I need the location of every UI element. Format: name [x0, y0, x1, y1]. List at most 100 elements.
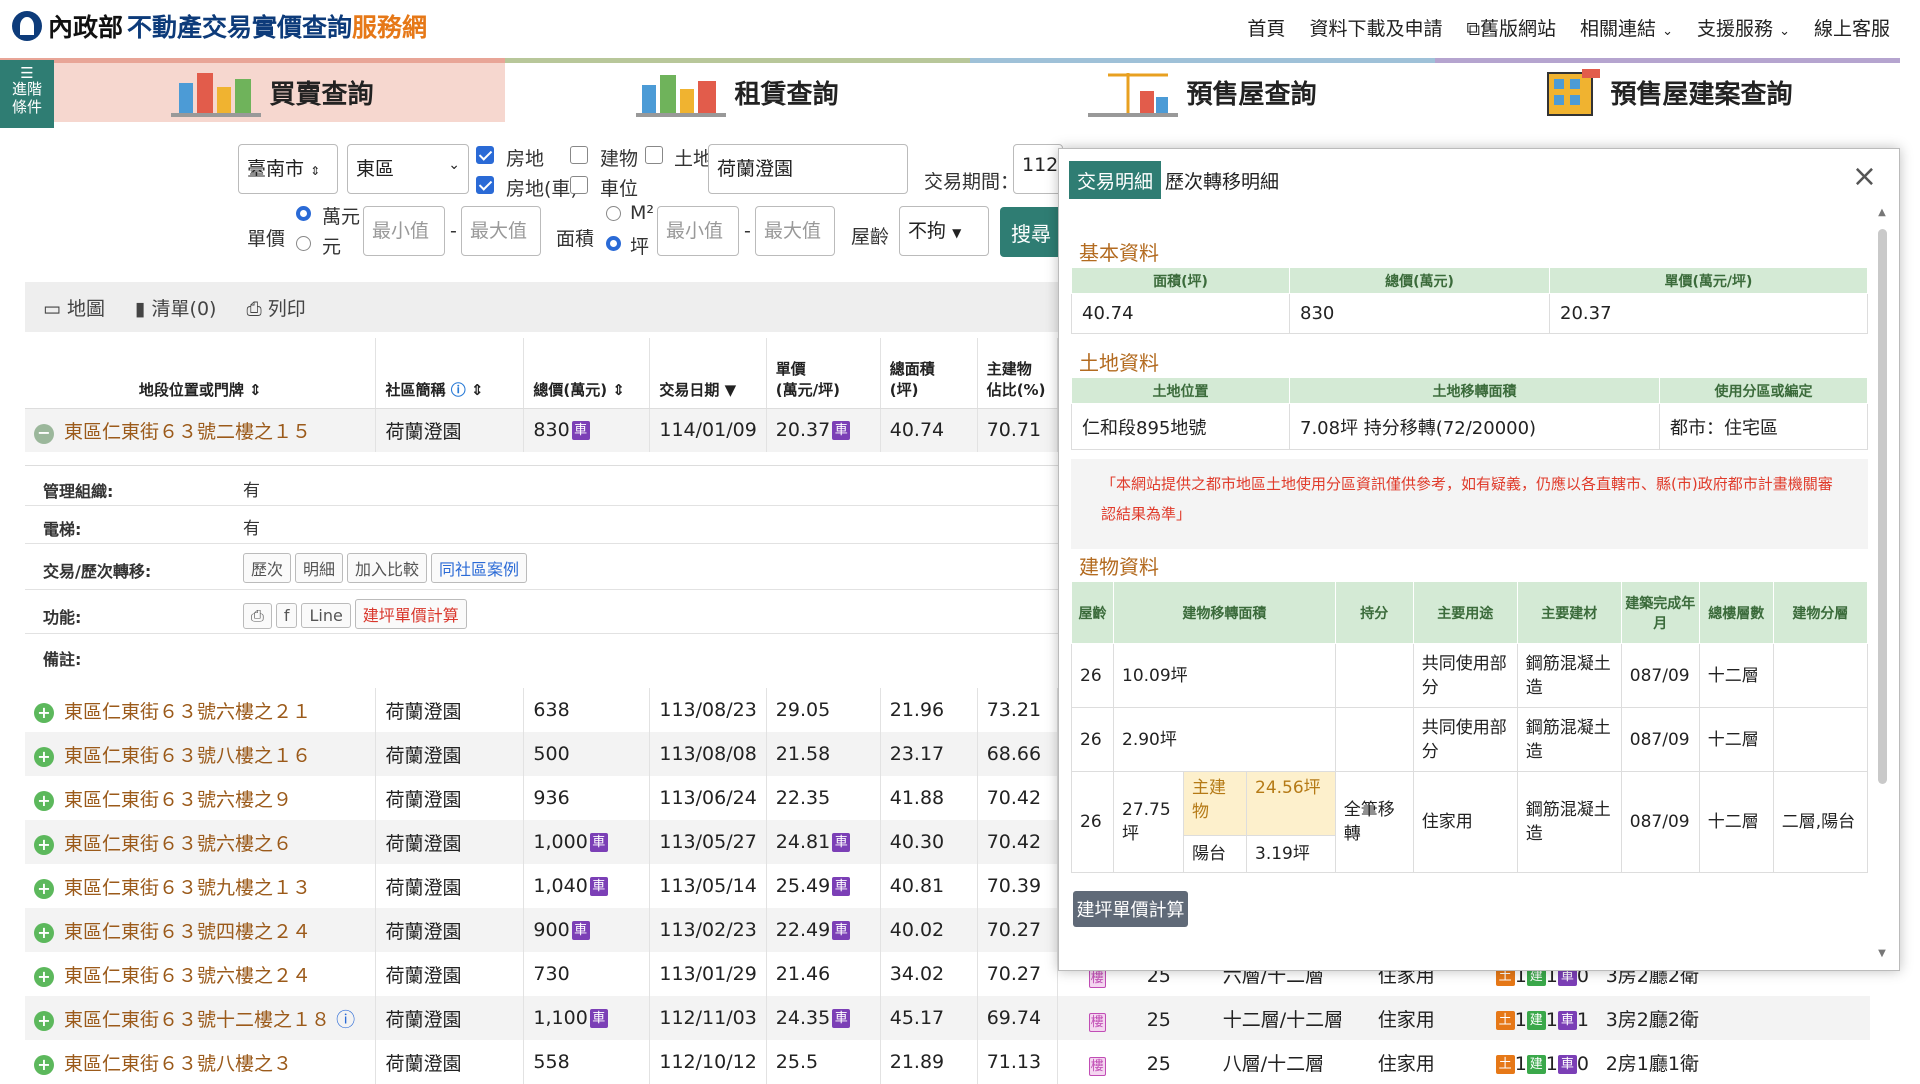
nav-links[interactable]: 相關連結 ⌄: [1580, 14, 1673, 41]
tab-transfer-history[interactable]: 歷次轉移明細: [1157, 161, 1287, 199]
site-logo[interactable]: 內政部 不動產交易實價查詢 服務網: [12, 8, 427, 44]
nav-online-service[interactable]: 線上客服: [1814, 14, 1890, 41]
tab-presale-project-label: 預售屋建案查詢: [1610, 80, 1793, 110]
col-area[interactable]: 總面積 (坪): [880, 338, 978, 409]
col-total-price[interactable]: 總價(萬元) ⇕: [523, 338, 651, 409]
parking-badge: 車: [832, 421, 851, 441]
modal-scrollbar[interactable]: ▲ ▼: [1875, 207, 1889, 959]
table-row[interactable]: + 東區仁東街６３號十二樓之１８ ⓘ 荷蘭澄園 1,100 車 112/11/03 24.3…: [25, 996, 1870, 1040]
radio-ping[interactable]: [606, 236, 621, 251]
area-min-input[interactable]: 最小值: [657, 206, 739, 256]
period-label: 交易期間：: [924, 171, 1020, 193]
parking-badge: 車: [589, 1009, 608, 1028]
detail-elevator: 電梯: 有: [25, 506, 1060, 544]
result-toolbar: ▭ 地圖 ▮ 清單(0) ⎙ 列印: [25, 282, 1060, 332]
nav-home[interactable]: 首頁: [1247, 14, 1285, 41]
period-year-select[interactable]: 112: [1013, 144, 1063, 194]
nav-old-site[interactable]: ⧉舊版網站: [1466, 14, 1556, 41]
price-max-input[interactable]: 最大值: [461, 206, 541, 256]
land-badge: 土: [1495, 1010, 1515, 1030]
scroll-down-icon[interactable]: ▼: [1875, 948, 1889, 959]
expand-icon[interactable]: +: [34, 1010, 54, 1031]
facebook-share-button[interactable]: f: [275, 603, 298, 628]
nav-support[interactable]: 支援服務 ⌄: [1697, 14, 1790, 41]
checkbox-building[interactable]: [570, 146, 588, 164]
scrollbar-thumb[interactable]: [1878, 229, 1887, 784]
tab-presale[interactable]: 預售屋查詢: [970, 58, 1435, 122]
line-share-button[interactable]: Line: [301, 603, 351, 628]
expand-icon[interactable]: +: [34, 702, 54, 723]
building-badge: 建: [1526, 1054, 1546, 1074]
print-button[interactable]: ⎙ 列印: [246, 294, 305, 321]
same-community-button[interactable]: 同社區案例: [431, 553, 528, 583]
info-icon[interactable]: ⓘ: [336, 1009, 355, 1031]
sort-arrows-icon: ⇕: [310, 164, 321, 178]
radio-wan[interactable]: [296, 206, 311, 221]
advanced-conditions-button[interactable]: ☰ 進階 條件: [0, 60, 54, 128]
query-form: 臺南市 ⇕ 東區 ⌄ 房地 建物 土地 房地(車) 車位 荷蘭澄園 交易期間： 1…: [0, 122, 1063, 262]
city-select[interactable]: 臺南市 ⇕: [238, 144, 338, 194]
top-nav: 首頁 資料下載及申請 ⧉舊版網站 相關連結 ⌄ 支援服務 ⌄ 線上客服: [1247, 14, 1890, 41]
detail-button[interactable]: 明細: [295, 553, 344, 583]
scroll-up-icon[interactable]: ▲: [1875, 207, 1889, 218]
expand-icon[interactable]: +: [34, 746, 54, 767]
expand-icon[interactable]: +: [34, 1054, 54, 1075]
tab-rent[interactable]: 租賃查詢: [505, 58, 970, 122]
radio-yuan[interactable]: [296, 236, 311, 251]
collapse-icon[interactable]: −: [34, 423, 54, 444]
table-row[interactable]: + 東區仁東街６３號八樓之３ 荷蘭澄園 558 112/10/12 25.5 21.89 71…: [25, 1040, 1870, 1084]
printer-icon: ⎙: [251, 606, 264, 625]
parking-badge: 車: [832, 877, 851, 896]
district-select[interactable]: 東區 ⌄: [347, 144, 469, 194]
modal-calc-unit-price-button[interactable]: 建坪單價計算: [1073, 891, 1188, 927]
parking-count-badge: 車: [1557, 1054, 1577, 1074]
building-row: 26 2.90坪 共同使用部分 鋼筋混凝土造 087/09 十二層: [1071, 707, 1869, 772]
age-select[interactable]: 不拘 ▼: [899, 206, 989, 256]
age-label: 屋齡: [851, 226, 890, 248]
list-button[interactable]: ▮ 清單(0): [135, 294, 216, 321]
external-link-icon: ⧉: [1466, 18, 1481, 40]
col-main-ratio[interactable]: 主建物 佔比(%): [977, 338, 1058, 409]
price-min-input[interactable]: 最小值: [363, 206, 445, 256]
moi-emblem-icon: [12, 11, 42, 41]
building-type-badge: 樓: [1088, 968, 1106, 988]
col-date[interactable]: 交易日期 ▼: [649, 338, 767, 409]
checkbox-house-car[interactable]: [476, 176, 494, 194]
parking-badge: 車: [832, 921, 851, 940]
close-icon[interactable]: ×: [1852, 159, 1877, 194]
expand-icon[interactable]: +: [34, 834, 54, 855]
building-badge: 建: [1526, 1010, 1546, 1030]
expand-icon[interactable]: +: [34, 922, 54, 943]
col-unit-price[interactable]: 單價 (萬元/坪): [766, 338, 881, 409]
nav-download[interactable]: 資料下載及申請: [1309, 14, 1442, 41]
radio-m2[interactable]: [606, 206, 621, 221]
community-input[interactable]: 荷蘭澄園: [708, 144, 908, 194]
history-button[interactable]: 歷次: [243, 553, 292, 583]
map-button[interactable]: ▭ 地圖: [43, 294, 105, 321]
area-max-input[interactable]: 最大值: [755, 206, 835, 256]
expand-icon[interactable]: +: [34, 790, 54, 811]
checkbox-house[interactable]: [476, 146, 494, 164]
label-house: 房地: [506, 148, 545, 170]
tab-presale-project[interactable]: 預售屋建案查詢: [1435, 58, 1900, 122]
section-basic: 基本資料: [1079, 241, 1159, 265]
chevron-down-icon: ⌄: [1662, 24, 1674, 39]
expand-icon[interactable]: +: [34, 878, 54, 899]
expand-icon[interactable]: +: [34, 966, 54, 987]
tab-sale[interactable]: 買賣查詢: [0, 58, 505, 122]
checkbox-land[interactable]: [645, 146, 663, 164]
compare-button[interactable]: 加入比較: [347, 553, 428, 583]
label-building: 建物: [600, 148, 639, 170]
print-detail-button[interactable]: ⎙: [243, 603, 272, 629]
calc-unit-price-button[interactable]: 建坪單價計算: [354, 599, 467, 629]
building-row: 26 10.09坪 共同使用部分 鋼筋混凝土造 087/09 十二層: [1071, 643, 1869, 708]
building-type-badge: 樓: [1088, 1012, 1106, 1032]
bookmark-icon: ▮: [135, 297, 146, 320]
search-button[interactable]: 搜尋: [1000, 207, 1062, 257]
tab-transaction-detail[interactable]: 交易明細: [1069, 161, 1162, 199]
detail-transfer: 交易/歷次轉移: 歷次 明細 加入比較 同社區案例: [25, 544, 1060, 590]
logo-ministry: 內政部: [48, 13, 124, 42]
col-community[interactable]: 社區簡稱 ⓘ ⇕: [375, 338, 525, 409]
col-address[interactable]: 地段位置或門牌 ⇕: [25, 338, 377, 409]
checkbox-car[interactable]: [570, 176, 588, 194]
